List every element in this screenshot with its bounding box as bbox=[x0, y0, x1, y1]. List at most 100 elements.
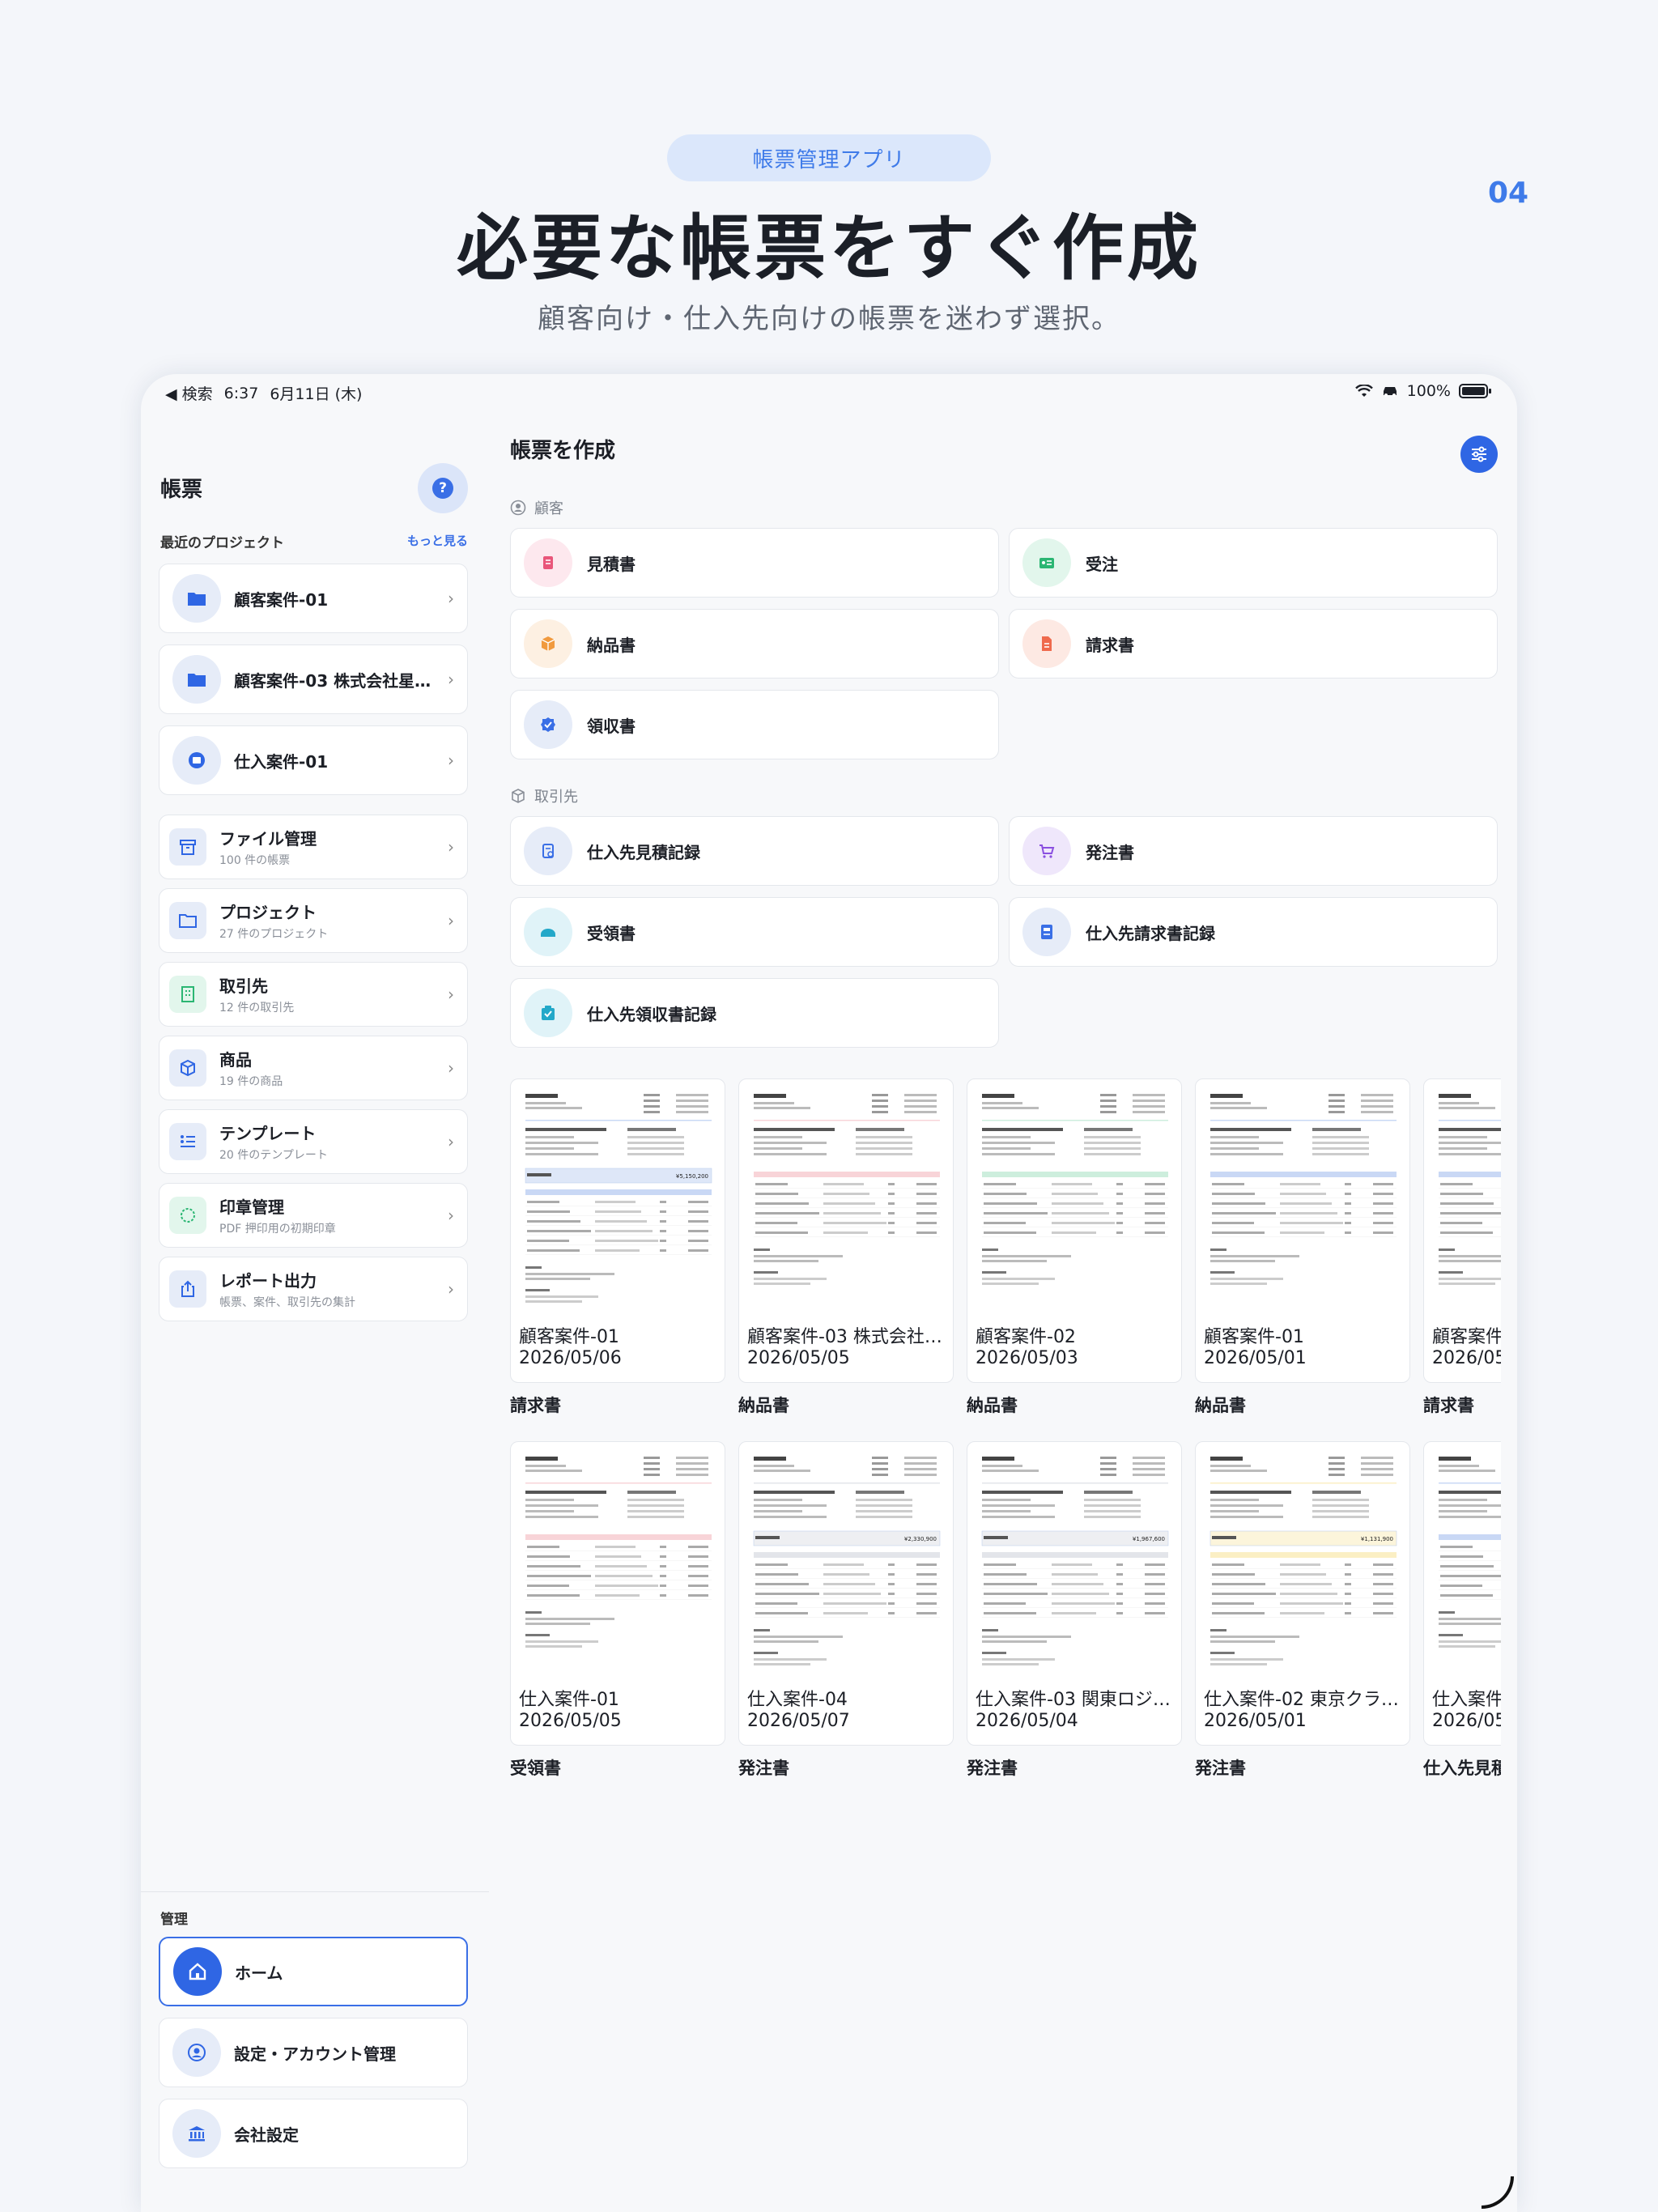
order-card-icon bbox=[1022, 538, 1071, 587]
sidebar-item-label: 取引先 bbox=[219, 976, 268, 996]
document-preview bbox=[1435, 1091, 1501, 1311]
create-delivery-box-button[interactable]: 納品書 bbox=[510, 609, 999, 678]
purchase-folder-icon bbox=[172, 736, 221, 785]
supplier-invoice-icon bbox=[1022, 908, 1071, 956]
sidebar-item-seals[interactable]: 印章管理 PDF 押印用の初期印章 › bbox=[159, 1183, 468, 1248]
sidebar-item-count: 27 件のプロジェクト bbox=[219, 928, 329, 941]
recent-document-card[interactable]: ¥5,150,200 顧客案件-01 2026/05/06 bbox=[510, 1078, 725, 1383]
supplier-section-label: 取引先 bbox=[510, 785, 578, 806]
sidebar-item-label: 商品 bbox=[219, 1050, 252, 1070]
chevron-right-icon: › bbox=[448, 837, 454, 857]
sidebar-item-label: 会社設定 bbox=[234, 2125, 299, 2145]
create-invoice-doc-button[interactable]: 請求書 bbox=[1009, 609, 1498, 678]
document-type-label: 発注書 bbox=[738, 1759, 789, 1778]
doc-type-label: 発注書 bbox=[1086, 842, 1134, 862]
document-date: 2026/05/05 bbox=[747, 1348, 850, 1368]
document-type-label: 請求書 bbox=[510, 1396, 561, 1415]
sidebar-item-templates[interactable]: テンプレート 20 件のテンプレート › bbox=[159, 1109, 468, 1174]
document-date: 2026/05/01 bbox=[1204, 1348, 1307, 1368]
battery-percent: 100% bbox=[1406, 382, 1451, 400]
car-icon bbox=[1383, 387, 1397, 397]
create-receiving-button[interactable]: 受領書 bbox=[510, 897, 999, 967]
section-label-text: 顧客 bbox=[534, 500, 563, 517]
filter-button[interactable] bbox=[1460, 436, 1498, 473]
help-icon: ? bbox=[432, 478, 453, 499]
recent-document-card[interactable]: 顧客案件-01 2026/05/01 bbox=[1195, 1078, 1410, 1383]
document-project-name: 仕入案件-02 東京クラ… bbox=[1204, 1690, 1399, 1710]
recent-document-card[interactable]: 顧客案件-2026/05 bbox=[1423, 1078, 1501, 1383]
document-project-name: 仕入案件-04 bbox=[747, 1690, 848, 1710]
app-category-pill: 帳票管理アプリ bbox=[667, 134, 991, 181]
help-button[interactable]: ? bbox=[418, 463, 468, 513]
document-preview: ¥1,967,600 bbox=[979, 1453, 1171, 1674]
recent-project-label: 仕入案件-01 bbox=[234, 751, 329, 772]
sidebar-divider bbox=[141, 1891, 489, 1892]
create-order-card-button[interactable]: 受注 bbox=[1009, 528, 1498, 598]
archive-box-icon bbox=[169, 828, 206, 866]
document-type-label: 納品書 bbox=[738, 1396, 789, 1415]
recent-document-card[interactable]: 仕入案件-01 2026/05/05 bbox=[510, 1441, 725, 1746]
see-more-link[interactable]: もっと見る bbox=[407, 532, 468, 549]
status-time: 6:37 bbox=[223, 384, 259, 402]
sidebar-item-projects[interactable]: プロジェクト 27 件のプロジェクト › bbox=[159, 888, 468, 953]
doc-type-label: 受領書 bbox=[587, 923, 636, 943]
document-date: 2026/05 bbox=[1432, 1348, 1501, 1368]
sidebar-item-partners[interactable]: 取引先 12 件の取引先 › bbox=[159, 962, 468, 1027]
quote-doc-icon bbox=[524, 538, 572, 587]
cart-icon bbox=[1022, 827, 1071, 875]
create-supplier-receipt-button[interactable]: 仕入先領収書記録 bbox=[510, 978, 999, 1048]
receiving-icon bbox=[524, 908, 572, 956]
document-preview bbox=[1435, 1453, 1501, 1674]
sidebar-item-account-settings[interactable]: 設定・アカウント管理 bbox=[159, 2018, 468, 2087]
sidebar-item-home[interactable]: ホーム bbox=[159, 1937, 468, 2006]
recent-document-card[interactable]: 顧客案件-03 株式会社… 2026/05/05 bbox=[738, 1078, 954, 1383]
folder-icon bbox=[172, 655, 221, 704]
back-to-search-link[interactable]: ◀ 検索 bbox=[165, 382, 213, 404]
doc-type-label: 仕入先領収書記録 bbox=[587, 1004, 716, 1024]
sidebar-item-products[interactable]: 商品 19 件の商品 › bbox=[159, 1036, 468, 1100]
recent-document-card[interactable]: ¥1,967,600 仕入案件-03 関東ロジ… 2026/05/04 bbox=[967, 1441, 1182, 1746]
recent-project-label: 顧客案件-01 bbox=[234, 589, 329, 610]
bank-icon bbox=[172, 2109, 221, 2158]
supplier-receipt-icon bbox=[524, 989, 572, 1037]
sidebar-item-label: ファイル管理 bbox=[219, 829, 317, 849]
sidebar-title: 帳票 bbox=[160, 478, 203, 502]
document-type-label: 発注書 bbox=[967, 1759, 1018, 1778]
chevron-right-icon: › bbox=[448, 1279, 454, 1299]
sidebar-item-label: プロジェクト bbox=[219, 903, 317, 922]
recent-project-item[interactable]: 顧客案件-01 › bbox=[159, 564, 468, 633]
sidebar-item-count: 19 件の商品 bbox=[219, 1075, 283, 1088]
doc-type-label: 受注 bbox=[1086, 554, 1118, 574]
create-quote-doc-button[interactable]: 見積書 bbox=[510, 528, 999, 598]
recent-document-card[interactable]: ¥2,330,900 仕入案件-04 2026/05/07 bbox=[738, 1441, 954, 1746]
recent-document-card[interactable]: ¥1,131,900 仕入案件-02 東京クラ… 2026/05/01 bbox=[1195, 1441, 1410, 1746]
recent-project-item[interactable]: 仕入案件-01 › bbox=[159, 725, 468, 795]
document-project-name: 仕入案件-01 bbox=[519, 1690, 619, 1710]
chevron-right-icon: › bbox=[448, 1132, 454, 1151]
document-preview bbox=[979, 1091, 1171, 1311]
sidebar-item-label: ホーム bbox=[235, 1963, 283, 1983]
document-date: 2026/05/06 bbox=[519, 1348, 622, 1368]
sidebar-item-reports[interactable]: レポート出力 帳票、案件、取引先の集計 › bbox=[159, 1257, 468, 1321]
section-label-text: 取引先 bbox=[534, 789, 578, 806]
battery-icon bbox=[1459, 384, 1491, 398]
chevron-right-icon: › bbox=[448, 751, 454, 770]
document-preview bbox=[750, 1091, 943, 1311]
sidebar-item-file-management[interactable]: ファイル管理 100 件の帳票 › bbox=[159, 815, 468, 879]
create-supplier-invoice-button[interactable]: 仕入先請求書記録 bbox=[1009, 897, 1498, 967]
building-icon bbox=[169, 976, 206, 1013]
create-cart-button[interactable]: 発注書 bbox=[1009, 816, 1498, 886]
sidebar-item-company-settings[interactable]: 会社設定 bbox=[159, 2099, 468, 2168]
recent-document-card[interactable]: 顧客案件-02 2026/05/03 bbox=[967, 1078, 1182, 1383]
recent-document-card[interactable]: 仕入案件-2026/05 bbox=[1423, 1441, 1501, 1746]
document-project-name: 仕入案件-03 関東ロジ… bbox=[976, 1690, 1171, 1710]
doc-type-label: 見積書 bbox=[587, 554, 636, 574]
document-project-name: 顧客案件- bbox=[1432, 1327, 1501, 1347]
sidebar-item-label: 印章管理 bbox=[219, 1197, 284, 1217]
create-supplier-quote-button[interactable]: 仕入先見積記録 bbox=[510, 816, 999, 886]
create-receipt-badge-button[interactable]: 領収書 bbox=[510, 690, 999, 759]
recent-project-item[interactable]: 顧客案件-03 株式会社星… › bbox=[159, 644, 468, 714]
svg-text:¥2,330,900: ¥2,330,900 bbox=[904, 1536, 937, 1542]
document-type-label: 仕入先見積 bbox=[1423, 1759, 1501, 1778]
status-date: 6月11日 (木) bbox=[270, 385, 363, 403]
